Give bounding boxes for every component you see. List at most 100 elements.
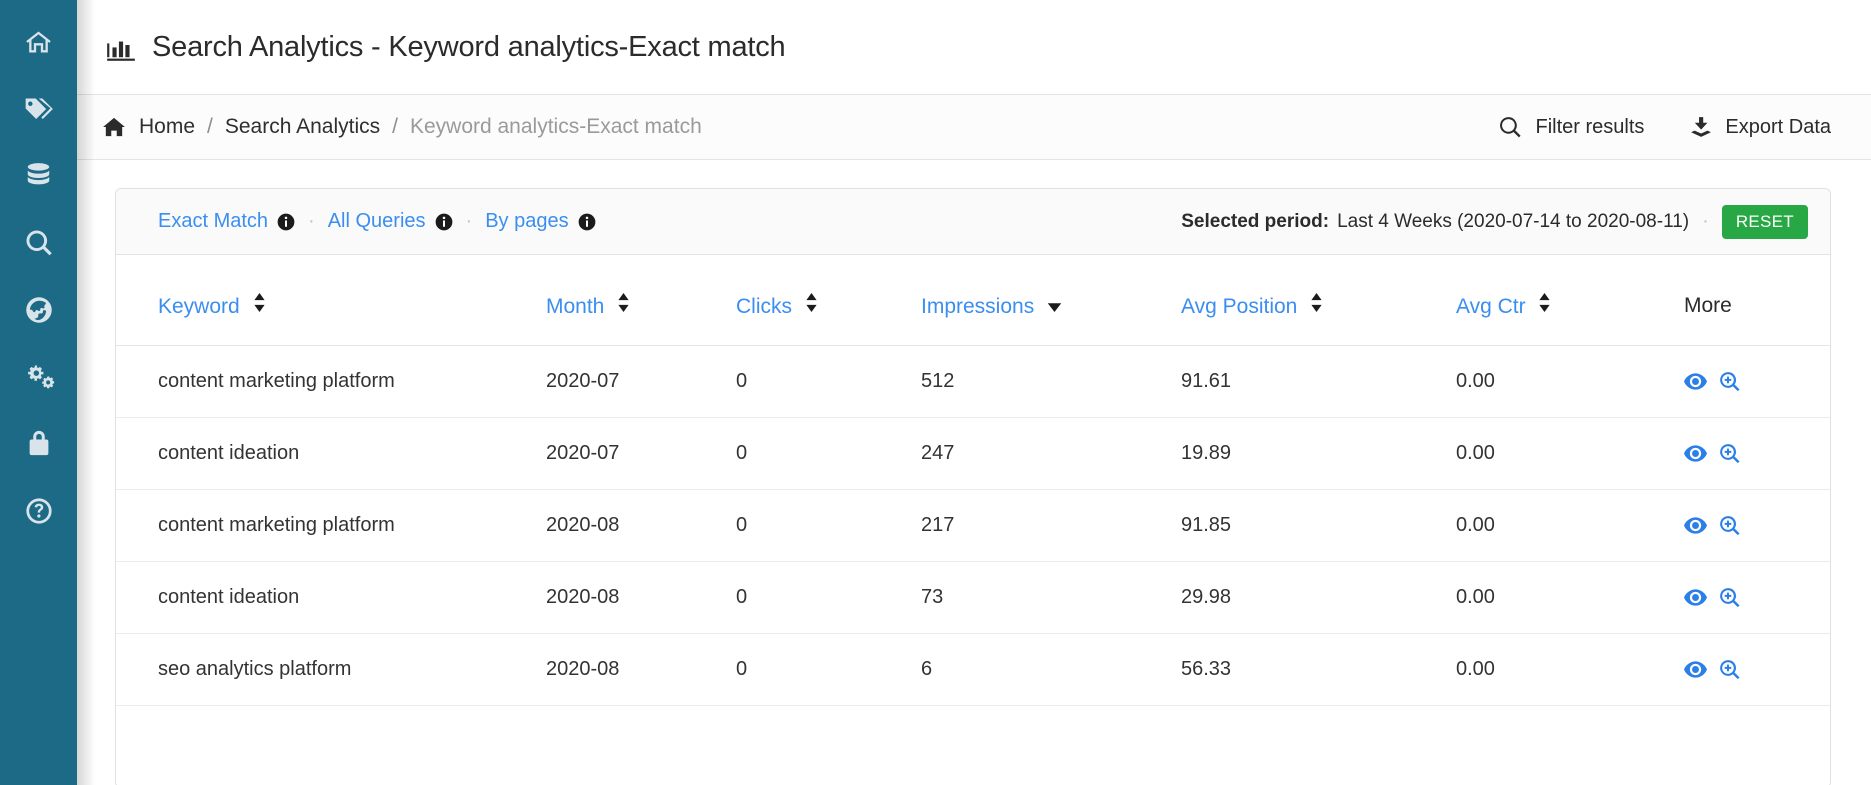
cell-avg-position: 91.61	[1181, 345, 1456, 418]
breadcrumb-item-home[interactable]: Home	[139, 115, 195, 139]
tags-icon	[23, 95, 54, 123]
sort-both-icon[interactable]	[805, 293, 818, 318]
eye-icon[interactable]	[1684, 517, 1707, 534]
lock-icon	[26, 429, 52, 459]
tab-by-pages[interactable]: By pages	[485, 210, 568, 233]
page-header: Search Analytics - Keyword analytics-Exa…	[77, 0, 1871, 94]
sort-both-icon[interactable]	[1538, 293, 1551, 318]
eye-icon[interactable]	[1684, 373, 1707, 390]
search-plus-icon[interactable]	[1719, 443, 1741, 465]
globe-icon	[24, 295, 54, 325]
eye-icon[interactable]	[1684, 661, 1707, 678]
sidebar-item-security[interactable]	[0, 410, 77, 477]
main-area: Search Analytics - Keyword analytics-Exa…	[77, 0, 1871, 785]
eye-icon[interactable]	[1684, 445, 1707, 462]
export-data-button[interactable]: Export Data	[1688, 115, 1831, 140]
tab-exact-match[interactable]: Exact Match	[158, 210, 268, 233]
cell-clicks: 0	[736, 345, 921, 418]
download-icon	[1688, 115, 1713, 140]
home-icon	[23, 28, 54, 56]
cell-keyword: content ideation	[116, 417, 546, 490]
sidebar	[0, 0, 77, 785]
cell-avg-ctr: 0.00	[1456, 417, 1684, 490]
column-header-avg-ctr[interactable]: Avg Ctr	[1456, 255, 1684, 346]
sidebar-item-tags[interactable]	[0, 75, 77, 142]
info-circle-icon[interactable]	[435, 213, 453, 231]
sort-desc-icon[interactable]	[1047, 294, 1062, 318]
column-header-month[interactable]: Month	[546, 255, 736, 346]
info-circle-icon[interactable]	[277, 213, 295, 231]
sidebar-item-database[interactable]	[0, 142, 77, 209]
sort-both-icon[interactable]	[253, 293, 266, 318]
cell-month: 2020-08	[546, 633, 736, 706]
column-header-more: More	[1684, 255, 1830, 346]
column-label-clicks: Clicks	[736, 295, 792, 318]
breadcrumb-item-current: Keyword analytics-Exact match	[409, 115, 702, 138]
cell-impressions: 217	[921, 489, 1181, 562]
column-header-avg-position[interactable]: Avg Position	[1181, 255, 1456, 346]
keyword-analytics-table: Keyword Month Clicks Impressions Avg Pos…	[116, 255, 1830, 706]
column-header-impressions[interactable]: Impressions	[921, 255, 1181, 346]
tab-all-queries[interactable]: All Queries	[328, 210, 426, 233]
breadcrumb-item-search-analytics[interactable]: Search Analytics	[225, 115, 380, 139]
cell-actions	[1684, 561, 1830, 634]
breadcrumb-separator-1: /	[207, 115, 213, 138]
cell-keyword: content marketing platform	[116, 345, 546, 418]
sidebar-item-settings[interactable]	[0, 343, 77, 410]
selected-period-label: Selected period:	[1181, 210, 1330, 232]
sidebar-item-globe[interactable]	[0, 276, 77, 343]
cell-avg-position: 91.85	[1181, 489, 1456, 562]
cell-month: 2020-08	[546, 561, 736, 634]
sort-both-icon[interactable]	[1310, 293, 1323, 318]
cell-actions	[1684, 633, 1830, 706]
info-circle-icon[interactable]	[578, 213, 596, 231]
column-header-keyword[interactable]: Keyword	[116, 255, 546, 346]
table-row: seo analytics platform 2020-08 0 6 56.33 0.00	[116, 633, 1830, 706]
home-solid-icon[interactable]	[103, 117, 125, 137]
search-plus-icon[interactable]	[1719, 515, 1741, 537]
selected-period: Selected period: Last 4 Weeks (2020-07-1…	[1181, 204, 1808, 239]
row-actions	[1684, 371, 1830, 393]
page-title: Search Analytics - Keyword analytics-Exa…	[152, 30, 786, 63]
cell-avg-ctr: 0.00	[1456, 561, 1684, 634]
cell-keyword: content marketing platform	[116, 489, 546, 562]
breadcrumb: Home / Search Analytics / Keyword analyt…	[103, 115, 702, 139]
column-label-keyword: Keyword	[158, 295, 240, 318]
database-icon	[24, 162, 53, 190]
breadcrumb-separator-2: /	[392, 115, 398, 138]
sidebar-item-home[interactable]	[0, 8, 77, 75]
cell-avg-position: 29.98	[1181, 561, 1456, 634]
cell-clicks: 0	[736, 417, 921, 490]
table-header-row: Keyword Month Clicks Impressions Avg Pos…	[116, 255, 1830, 346]
cogs-icon	[23, 363, 55, 391]
cell-keyword: content ideation	[116, 561, 546, 634]
tab-group: Exact Match · All Queries · By pages	[158, 210, 596, 233]
cell-impressions: 512	[921, 345, 1181, 418]
column-label-more: More	[1684, 294, 1732, 317]
eye-icon[interactable]	[1684, 589, 1707, 606]
search-plus-icon[interactable]	[1719, 587, 1741, 609]
analytics-card: Exact Match · All Queries · By pages Sel…	[115, 188, 1831, 785]
column-label-impressions: Impressions	[921, 294, 1035, 318]
reset-button[interactable]: RESET	[1721, 204, 1808, 239]
row-actions	[1684, 587, 1830, 609]
breadcrumb-actions: Filter results Export Data	[1498, 115, 1831, 140]
column-header-clicks[interactable]: Clicks	[736, 255, 921, 346]
cell-keyword: seo analytics platform	[116, 633, 546, 706]
sidebar-item-help[interactable]	[0, 477, 77, 544]
cell-actions	[1684, 489, 1830, 562]
cell-actions	[1684, 417, 1830, 490]
search-icon	[1498, 115, 1523, 140]
sidebar-item-search[interactable]	[0, 209, 77, 276]
row-actions	[1684, 515, 1830, 537]
row-actions	[1684, 659, 1830, 681]
search-plus-icon[interactable]	[1719, 659, 1741, 681]
search-plus-icon[interactable]	[1719, 371, 1741, 393]
table-body: content marketing platform 2020-07 0 512 91.…	[116, 345, 1830, 706]
sort-both-icon[interactable]	[617, 293, 630, 318]
cell-month: 2020-07	[546, 417, 736, 490]
app-root: Search Analytics - Keyword analytics-Exa…	[0, 0, 1871, 785]
filter-results-button[interactable]: Filter results	[1498, 115, 1644, 140]
cell-impressions: 6	[921, 633, 1181, 706]
table-row: content marketing platform 2020-07 0 512 91.…	[116, 345, 1830, 418]
